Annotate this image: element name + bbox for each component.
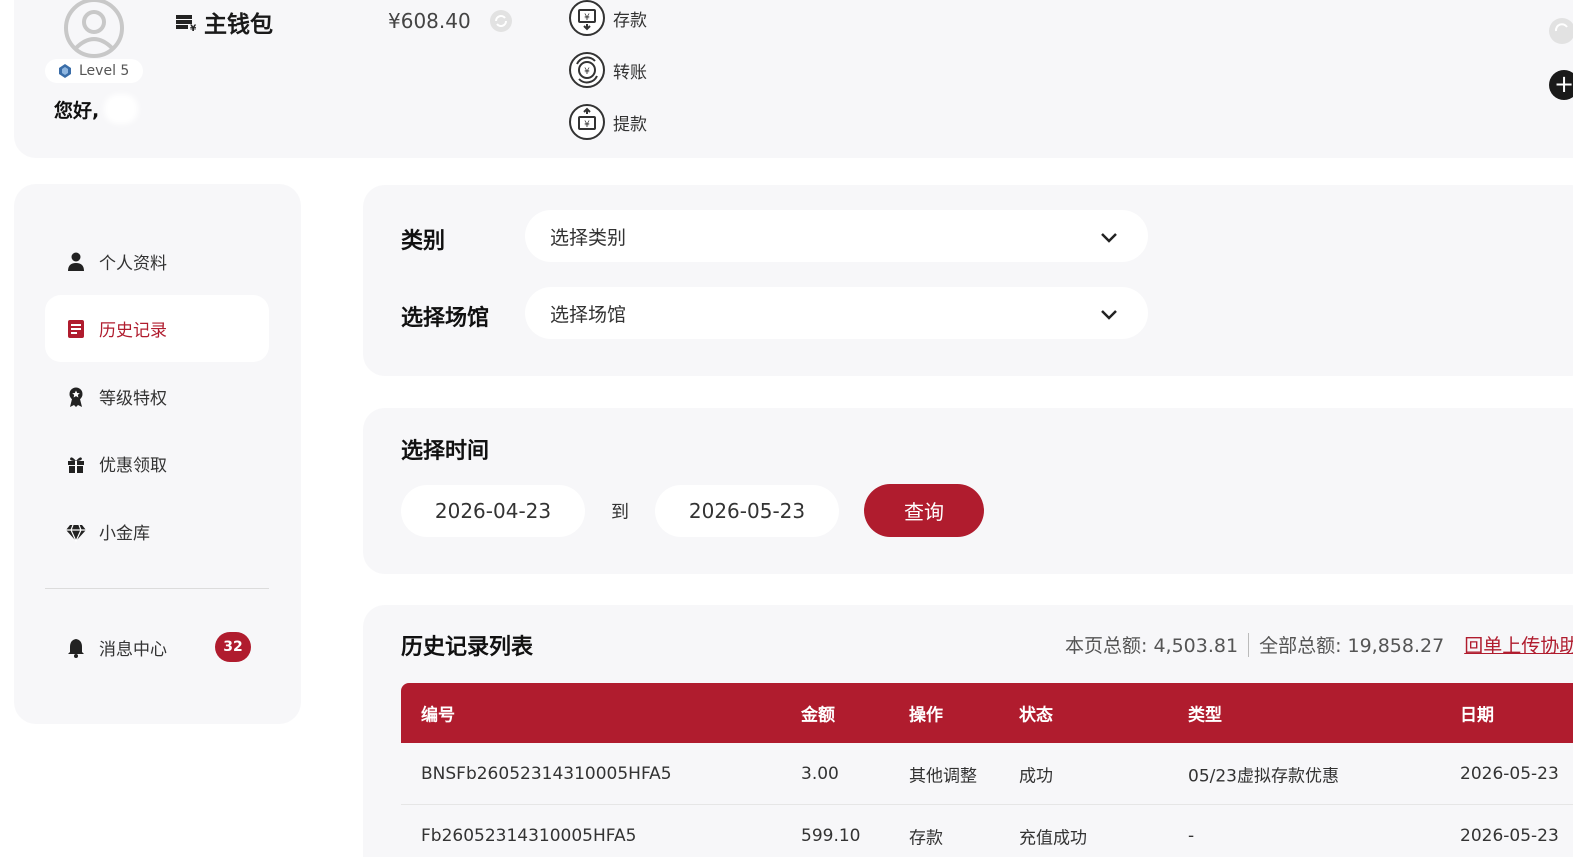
upload-receipt-link[interactable]: 回单上传协助 bbox=[1464, 631, 1573, 658]
withdraw-icon: ¥ bbox=[569, 104, 605, 140]
cell-type: 05/23虚拟存款优惠 bbox=[1188, 766, 1339, 786]
column-header-amount: 金额 bbox=[801, 705, 835, 726]
cell-amount: 3.00 bbox=[801, 763, 839, 784]
sidebar-item-label: 消息中心 bbox=[99, 640, 167, 660]
column-header-date: 日期 bbox=[1460, 705, 1494, 726]
time-title: 选择时间 bbox=[401, 439, 490, 464]
column-header-id: 编号 bbox=[421, 705, 455, 726]
sidebar-item-history[interactable]: 历史记录 bbox=[45, 295, 269, 362]
greeting-text: 您好, bbox=[54, 100, 100, 122]
chevron-down-icon bbox=[1101, 233, 1117, 243]
deposit-label: 存款 bbox=[613, 10, 647, 31]
bell-icon bbox=[68, 638, 84, 658]
category-select[interactable]: 选择类别 bbox=[525, 210, 1148, 262]
table-row: BNSFb26052314310005HFA5 3.00 其他调整 成功 05/… bbox=[401, 743, 1573, 805]
refresh-icon[interactable] bbox=[489, 9, 513, 33]
level-label: Level 5 bbox=[79, 63, 130, 79]
sidebar-item-profile[interactable]: 个人资料 bbox=[45, 228, 269, 295]
transfer-icon: ¥ bbox=[569, 52, 605, 88]
sidebar: 个人资料 历史记录 等级特权 优惠领取 小金库 消息中心 32 bbox=[14, 184, 301, 724]
venue-select[interactable]: 选择场馆 bbox=[525, 287, 1148, 339]
cell-amount: 599.10 bbox=[801, 825, 861, 846]
transfer-button[interactable]: ¥ 转账 bbox=[568, 44, 647, 96]
wallet-icon: ¥ bbox=[176, 15, 197, 32]
totals-divider bbox=[1248, 632, 1250, 657]
table-header: 编号 金额 操作 状态 类型 日期 bbox=[401, 683, 1573, 743]
chevron-down-icon bbox=[1101, 310, 1117, 320]
column-header-status: 状态 bbox=[1019, 705, 1053, 726]
table-row: Fb26052314310005HFA5 599.10 存款 充值成功 - 20… bbox=[401, 805, 1573, 857]
cell-date: 2026-05-23 bbox=[1460, 825, 1559, 846]
svg-text:¥: ¥ bbox=[584, 67, 590, 77]
gift-icon bbox=[68, 456, 84, 473]
history-table: 编号 金额 操作 状态 类型 日期 BNSFb26052314310005HFA… bbox=[401, 683, 1573, 857]
level-gem-icon bbox=[59, 64, 71, 78]
filter-card: 类别 选择类别 选择场馆 选择场馆 bbox=[363, 185, 1573, 376]
sidebar-item-label: 历史记录 bbox=[99, 321, 167, 341]
diamond-icon bbox=[66, 524, 86, 542]
column-header-operation: 操作 bbox=[909, 705, 943, 726]
svg-text:¥: ¥ bbox=[584, 13, 590, 23]
cell-operation: 存款 bbox=[909, 828, 943, 848]
deposit-button[interactable]: ¥ 存款 bbox=[568, 0, 647, 44]
start-date-input[interactable]: 2026-04-23 bbox=[401, 485, 585, 537]
page-total: 本页总额: 4,503.81 bbox=[1065, 635, 1239, 657]
wallet-balance: ¥608.40 bbox=[388, 9, 471, 33]
venue-label: 选择场馆 bbox=[401, 306, 490, 331]
query-button[interactable]: 查询 bbox=[864, 484, 984, 537]
medal-icon bbox=[69, 387, 83, 407]
withdraw-button[interactable]: ¥ 提款 bbox=[568, 96, 647, 148]
cell-status: 充值成功 bbox=[1019, 828, 1087, 848]
history-icon bbox=[68, 319, 84, 338]
username-redacted bbox=[104, 94, 138, 124]
sidebar-item-label: 优惠领取 bbox=[99, 456, 167, 476]
withdraw-label: 提款 bbox=[613, 114, 647, 135]
time-card: 选择时间 2026-04-23 到 2026-05-23 查询 bbox=[363, 408, 1573, 574]
sidebar-item-vip[interactable]: 等级特权 bbox=[45, 363, 269, 430]
history-card: 历史记录列表 本页总额: 4,503.81 全部总额: 19,858.27 回单… bbox=[363, 605, 1573, 857]
wallet-title-label: 主钱包 bbox=[204, 12, 273, 38]
avatar-icon[interactable] bbox=[63, 0, 125, 58]
date-range-separator: 到 bbox=[611, 502, 629, 523]
cell-status: 成功 bbox=[1019, 766, 1053, 786]
sidebar-item-promotions[interactable]: 优惠领取 bbox=[45, 430, 269, 497]
end-date-input[interactable]: 2026-05-23 bbox=[655, 485, 839, 537]
level-badge: Level 5 bbox=[45, 59, 143, 83]
add-wallet-icon[interactable]: + bbox=[1549, 70, 1573, 100]
cell-date: 2026-05-23 bbox=[1460, 763, 1559, 784]
svg-text:¥: ¥ bbox=[584, 120, 590, 130]
sidebar-divider bbox=[45, 588, 269, 589]
wallet-title: ¥ 主钱包 bbox=[174, 5, 273, 39]
all-total: 全部总额: 19,858.27 bbox=[1259, 635, 1445, 657]
category-select-value: 选择类别 bbox=[550, 226, 627, 249]
message-count-badge: 32 bbox=[215, 632, 251, 662]
totals-bar: 本页总额: 4,503.81 全部总额: 19,858.27 回单上传协助 bbox=[1065, 631, 1573, 658]
sidebar-item-vault[interactable]: 小金库 bbox=[45, 498, 269, 565]
venue-select-value: 选择场馆 bbox=[550, 303, 627, 326]
deposit-icon: ¥ bbox=[569, 0, 605, 36]
wallet-actions: ¥ 存款 ¥ 转账 ¥ 提款 bbox=[568, 0, 647, 148]
svg-text:¥: ¥ bbox=[190, 24, 197, 32]
transfer-label: 转账 bbox=[613, 62, 647, 83]
cell-id: Fb26052314310005HFA5 bbox=[421, 825, 637, 846]
category-label: 类别 bbox=[401, 229, 446, 254]
user-icon bbox=[68, 252, 84, 271]
column-header-type: 类型 bbox=[1188, 705, 1222, 726]
sidebar-item-label: 等级特权 bbox=[99, 389, 167, 409]
sidebar-item-label: 小金库 bbox=[99, 524, 150, 544]
cell-operation: 其他调整 bbox=[909, 766, 977, 786]
cell-type: - bbox=[1188, 825, 1195, 846]
cell-id: BNSFb26052314310005HFA5 bbox=[421, 763, 672, 784]
page: Level 5 您好, ¥ 主钱包 ¥608.40 ¥ 存款 ¥ 转账 ¥ 提款… bbox=[0, 0, 1573, 857]
history-title: 历史记录列表 bbox=[401, 635, 534, 660]
sidebar-item-label: 个人资料 bbox=[99, 254, 167, 274]
refresh-all-icon[interactable] bbox=[1548, 17, 1573, 45]
